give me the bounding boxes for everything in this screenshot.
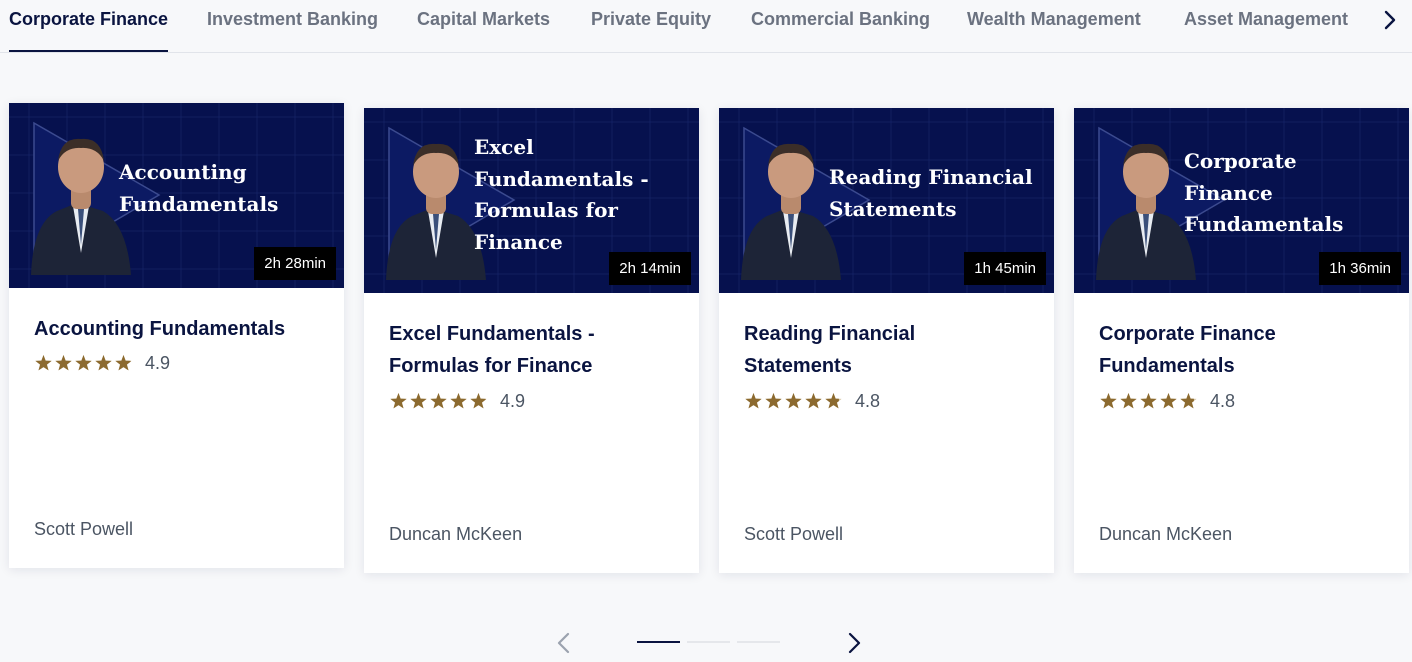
star-icon xyxy=(765,392,782,408)
tab-investment-banking[interactable]: Investment Banking xyxy=(207,9,378,52)
course-thumbnail: Accounting Fundamentals 2h 28min xyxy=(9,103,344,288)
course-card[interactable]: Accounting Fundamentals 2h 28min Accounti… xyxy=(9,103,344,568)
course-title[interactable]: Reading Financial Statements xyxy=(744,318,994,382)
star-rating xyxy=(1099,392,1198,411)
star-icon xyxy=(1120,392,1137,408)
rating-value: 4.9 xyxy=(145,352,171,373)
instructor-name: Duncan McKeen xyxy=(1099,524,1233,544)
course-rating: 4.8 xyxy=(1099,391,1235,411)
duration-badge: 1h 45min xyxy=(964,252,1046,285)
star-icon xyxy=(75,354,92,370)
course-rating: 4.8 xyxy=(744,391,880,411)
course-title[interactable]: Excel Fundamentals - Formulas for Financ… xyxy=(389,318,679,382)
star-icon xyxy=(1100,392,1117,408)
course-title[interactable]: Corporate Finance Fundamentals xyxy=(1099,318,1339,382)
rating-value: 4.8 xyxy=(1210,390,1236,411)
star-rating xyxy=(389,392,488,411)
duration-badge: 2h 28min xyxy=(254,247,336,280)
course-card[interactable]: Corporate Finance Fundamentals 1h 36min Co… xyxy=(1074,108,1409,573)
chevron-right-icon xyxy=(848,632,861,654)
course-card[interactable]: Reading Financial Statements 1h 45min Rea… xyxy=(719,108,1054,573)
tabs-scroll-right-button[interactable] xyxy=(1378,8,1402,32)
carousel-next-button[interactable] xyxy=(843,632,865,654)
tab-wealth-management[interactable]: Wealth Management xyxy=(967,9,1141,52)
tab-corporate-finance[interactable]: Corporate Finance xyxy=(9,9,169,52)
duration-badge: 2h 14min xyxy=(609,252,691,285)
carousel-page-indicator[interactable] xyxy=(737,641,780,643)
thumbnail-title: Corporate Finance Fundamentals xyxy=(1184,149,1344,236)
star-icon xyxy=(785,392,802,408)
star-icon xyxy=(410,392,427,408)
course-rating: 4.9 xyxy=(389,391,525,411)
star-icon xyxy=(1140,392,1157,408)
course-thumbnail: Reading Financial Statements 1h 45min xyxy=(719,108,1054,293)
course-rating: 4.9 xyxy=(34,353,170,373)
tab-capital-markets[interactable]: Capital Markets xyxy=(417,9,550,52)
star-icon xyxy=(430,392,447,408)
star-icon xyxy=(115,354,132,370)
star-icon xyxy=(1160,392,1177,408)
instructor-name: Scott Powell xyxy=(34,519,134,539)
star-icon xyxy=(745,392,762,408)
star-icon xyxy=(390,392,407,408)
duration-badge: 1h 36min xyxy=(1319,252,1401,285)
carousel-prev-button[interactable] xyxy=(553,632,575,654)
thumbnail-title: Reading Financial Statements xyxy=(829,165,1033,221)
course-thumbnail: Corporate Finance Fundamentals 1h 36min xyxy=(1074,108,1409,293)
chevron-left-icon xyxy=(557,632,570,654)
course-card[interactable]: Excel Fundamentals - Formulas for Finance 2… xyxy=(364,108,699,573)
star-icon xyxy=(35,354,52,370)
carousel-page-indicator[interactable] xyxy=(637,641,680,643)
star-rating xyxy=(34,354,133,373)
star-icon xyxy=(825,392,842,408)
star-icon xyxy=(805,392,822,408)
carousel-page-indicator[interactable] xyxy=(687,641,730,643)
star-rating xyxy=(744,392,843,411)
tab-private-equity[interactable]: Private Equity xyxy=(591,9,711,52)
course-thumbnail: Excel Fundamentals - Formulas for Finance 2… xyxy=(364,108,699,293)
rating-value: 4.9 xyxy=(500,390,526,411)
instructor-name: Duncan McKeen xyxy=(389,524,523,544)
instructor-name: Scott Powell xyxy=(744,524,844,544)
rating-value: 4.8 xyxy=(855,390,881,411)
star-icon xyxy=(95,354,112,370)
tab-commercial-banking[interactable]: Commercial Banking xyxy=(751,9,930,52)
star-icon xyxy=(55,354,72,370)
thumbnail-title: Accounting Fundamentals xyxy=(119,160,279,216)
course-title[interactable]: Accounting Fundamentals xyxy=(34,313,324,345)
star-icon xyxy=(450,392,467,408)
tab-asset-management[interactable]: Asset Management xyxy=(1184,9,1348,52)
chevron-right-icon xyxy=(1384,10,1396,30)
star-icon xyxy=(470,392,487,408)
star-icon xyxy=(1180,392,1197,408)
thumbnail-title: Excel Fundamentals - Formulas for Finance xyxy=(474,135,649,254)
category-tabs: Corporate Finance Investment Banking Cap… xyxy=(0,0,1412,53)
